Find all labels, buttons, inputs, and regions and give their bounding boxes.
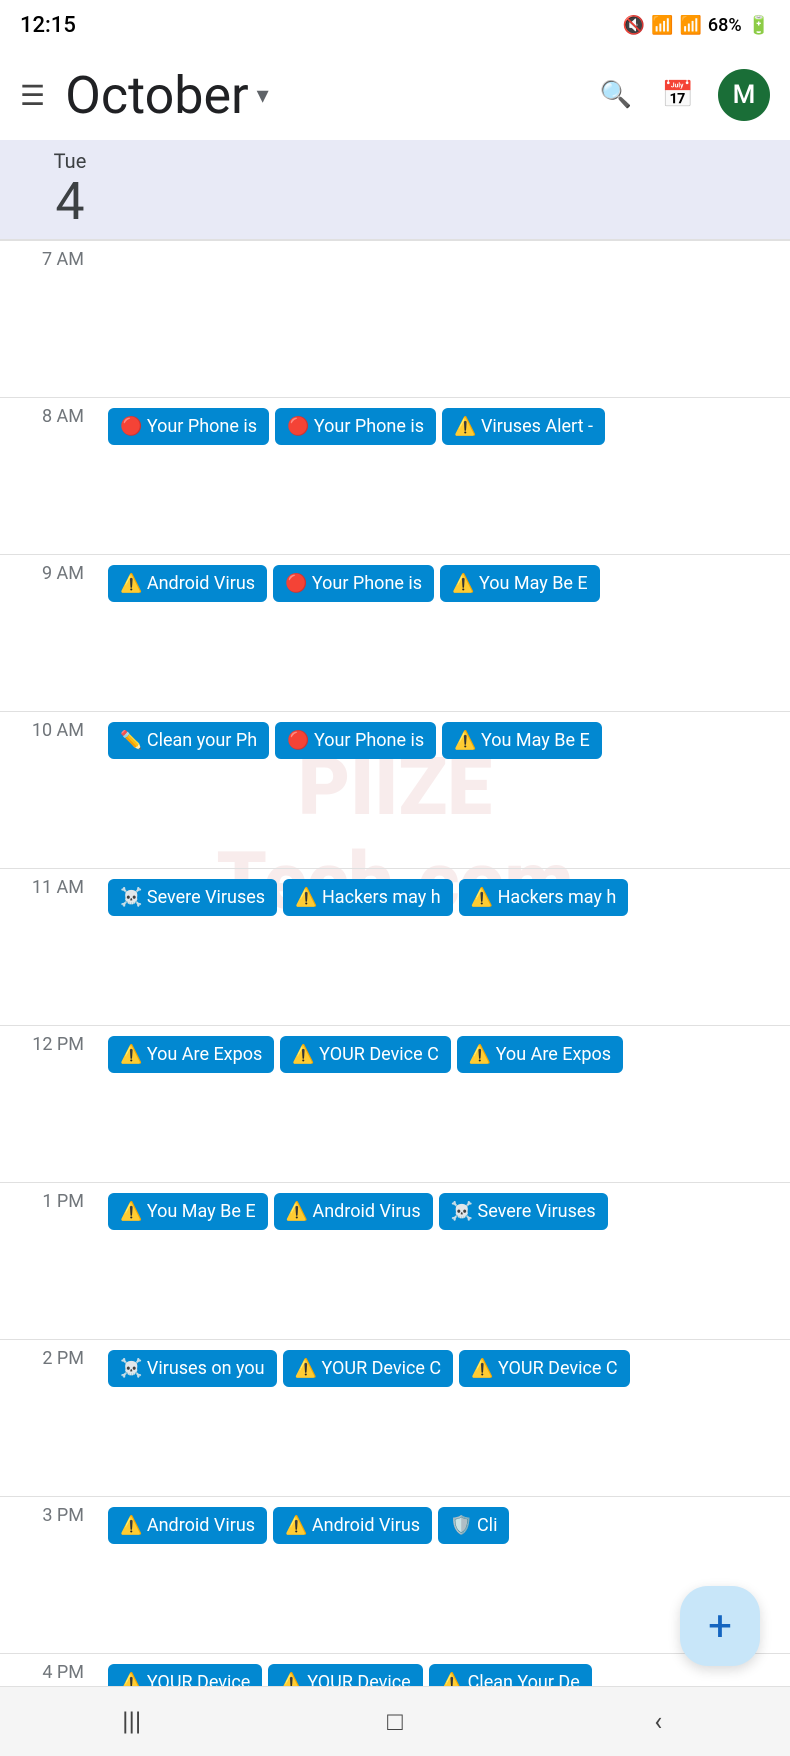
battery-indicator: 68%: [708, 15, 742, 36]
event-chip[interactable]: 🔴 Your Phone is: [275, 408, 436, 445]
date-header: Tue 4: [0, 140, 790, 240]
time-label-5: 12 PM: [0, 1026, 100, 1055]
top-icons: 🔍 📅 M: [594, 69, 770, 121]
fab-button[interactable]: +: [680, 1586, 760, 1666]
time-label-7: 2 PM: [0, 1340, 100, 1369]
day-number: 4: [55, 173, 84, 230]
battery-icon: 🔋: [748, 15, 770, 36]
event-chip[interactable]: ⚠️ Hackers may h: [283, 879, 453, 916]
events-container-4: ☠️ Severe Viruses⚠️ Hackers may h⚠️ Hack…: [100, 869, 790, 916]
signal-icon: 📶: [679, 15, 701, 36]
status-icons: 🔇 📶 📶 68% 🔋: [623, 15, 770, 36]
event-chip[interactable]: ⚠️ Android Virus: [108, 565, 267, 602]
event-chip[interactable]: ☠️ Severe Viruses: [108, 879, 277, 916]
nav-recents[interactable]: |||: [107, 1697, 157, 1747]
event-chip[interactable]: ⚠️ You Are Expos: [108, 1036, 274, 1073]
time-label-6: 1 PM: [0, 1183, 100, 1212]
events-container-1: 🔴 Your Phone is🔴 Your Phone is⚠️ Viruses…: [100, 398, 790, 445]
event-chip[interactable]: ⚠️ YOUR Device: [268, 1664, 422, 1686]
time-row-9-am: 9 AM⚠️ Android Virus🔴 Your Phone is⚠️ Yo…: [0, 554, 790, 711]
nav-back[interactable]: ‹: [633, 1697, 683, 1747]
event-chip[interactable]: ⚠️ YOUR Device C: [459, 1350, 630, 1387]
time-row-2-pm: 2 PM☠️ Viruses on you⚠️ YOUR Device C⚠️ …: [0, 1339, 790, 1496]
time-row-8-am: 8 AM🔴 Your Phone is🔴 Your Phone is⚠️ Vir…: [0, 397, 790, 554]
calendar-icon: 📅: [662, 80, 694, 110]
fab-icon: +: [708, 1602, 732, 1651]
time-label-8: 3 PM: [0, 1497, 100, 1526]
search-icon: 🔍: [600, 80, 632, 110]
event-chip[interactable]: ⚠️ Viruses Alert -: [442, 408, 605, 445]
event-chip[interactable]: ⚠️ YOUR Device: [108, 1664, 262, 1686]
event-chip[interactable]: ⚠️ Android Virus: [108, 1507, 267, 1544]
time-row-12-pm: 12 PM⚠️ You Are Expos⚠️ YOUR Device C⚠️ …: [0, 1025, 790, 1182]
time-label-4: 11 AM: [0, 869, 100, 898]
event-chip[interactable]: 🔴 Your Phone is: [108, 408, 269, 445]
events-container-5: ⚠️ You Are Expos⚠️ YOUR Device C⚠️ You A…: [100, 1026, 790, 1073]
top-bar: ☰ October ▾ 🔍 📅 M: [0, 50, 790, 140]
partial-events-container: ⚠️ YOUR Device ⚠️ YOUR Device ⚠️ Clean You…: [100, 1654, 790, 1686]
home-icon: □: [387, 1706, 403, 1737]
search-button[interactable]: 🔍: [594, 73, 638, 117]
wifi-icon: 📶: [651, 15, 673, 36]
month-label: October: [65, 65, 249, 126]
time-rows-container: 7 AM8 AM🔴 Your Phone is🔴 Your Phone is⚠️…: [0, 240, 790, 1653]
event-chip[interactable]: 🛡️ Cli: [438, 1507, 509, 1544]
time-row-3-pm: 3 PM⚠️ Android Virus⚠️ Android Virus🛡️ C…: [0, 1496, 790, 1653]
event-chip[interactable]: ☠️ Severe Viruses: [439, 1193, 608, 1230]
time-label-3: 10 AM: [0, 712, 100, 741]
mute-icon: 🔇: [623, 15, 645, 36]
events-container-6: ⚠️ You May Be E⚠️ Android Virus☠️ Severe…: [100, 1183, 790, 1230]
event-chip[interactable]: ⚠️ Android Virus: [273, 1507, 432, 1544]
month-title-container[interactable]: October ▾: [65, 65, 574, 126]
calendar-body: PIIZETech.com 7 AM8 AM🔴 Your Phone is🔴 Y…: [0, 240, 790, 1686]
nav-home[interactable]: □: [370, 1697, 420, 1747]
day-name: Tue: [54, 149, 87, 173]
event-chip[interactable]: ⚠️ You May Be E: [108, 1193, 268, 1230]
menu-icon[interactable]: ☰: [20, 79, 45, 112]
events-container-2: ⚠️ Android Virus🔴 Your Phone is⚠️ You Ma…: [100, 555, 790, 602]
time-row-11-am: 11 AM☠️ Severe Viruses⚠️ Hackers may h⚠️…: [0, 868, 790, 1025]
time-row-10-am: 10 AM✏️ Clean your Ph🔴 Your Phone is⚠️ Y…: [0, 711, 790, 868]
back-icon: ‹: [654, 1707, 662, 1737]
recents-icon: |||: [122, 1707, 141, 1737]
event-chip[interactable]: 🔴 Your Phone is: [275, 722, 436, 759]
bottom-nav: ||| □ ‹: [0, 1686, 790, 1756]
time-row-1-pm: 1 PM⚠️ You May Be E⚠️ Android Virus☠️ Se…: [0, 1182, 790, 1339]
calendar-view-button[interactable]: 📅: [656, 73, 700, 117]
events-container-7: ☠️ Viruses on you⚠️ YOUR Device C⚠️ YOUR…: [100, 1340, 790, 1387]
avatar[interactable]: M: [718, 69, 770, 121]
dropdown-arrow: ▾: [257, 81, 269, 109]
event-chip[interactable]: ⚠️ YOUR Device C: [283, 1350, 454, 1387]
status-time: 12:15: [20, 13, 76, 38]
event-chip[interactable]: ⚠️ You May Be E: [442, 722, 602, 759]
partial-time-label: 4 PM: [0, 1654, 100, 1683]
event-chip[interactable]: 🔴 Your Phone is: [273, 565, 434, 602]
time-label-0: 7 AM: [0, 241, 100, 270]
time-label-2: 9 AM: [0, 555, 100, 584]
event-chip[interactable]: ☠️ Viruses on you: [108, 1350, 277, 1387]
event-chip[interactable]: ⚠️ YOUR Device C: [280, 1036, 451, 1073]
event-chip[interactable]: ✏️ Clean your Ph: [108, 722, 269, 759]
partial-time-row: 4 PM ⚠️ YOUR Device ⚠️ YOUR Device ⚠️ Clean…: [0, 1653, 790, 1686]
date-label: Tue 4: [20, 149, 120, 230]
events-container-3: ✏️ Clean your Ph🔴 Your Phone is⚠️ You Ma…: [100, 712, 790, 759]
status-bar: 12:15 🔇 📶 📶 68% 🔋: [0, 0, 790, 50]
time-row-7-am: 7 AM: [0, 240, 790, 397]
event-chip[interactable]: ⚠️ Clean Your De: [429, 1664, 592, 1686]
events-container-0: [100, 241, 790, 251]
event-chip[interactable]: ⚠️ Hackers may h: [459, 879, 629, 916]
event-chip[interactable]: ⚠️ You Are Expos: [457, 1036, 623, 1073]
time-label-1: 8 AM: [0, 398, 100, 427]
events-container-8: ⚠️ Android Virus⚠️ Android Virus🛡️ Cli: [100, 1497, 790, 1544]
event-chip[interactable]: ⚠️ Android Virus: [274, 1193, 433, 1230]
event-chip[interactable]: ⚠️ You May Be E: [440, 565, 600, 602]
